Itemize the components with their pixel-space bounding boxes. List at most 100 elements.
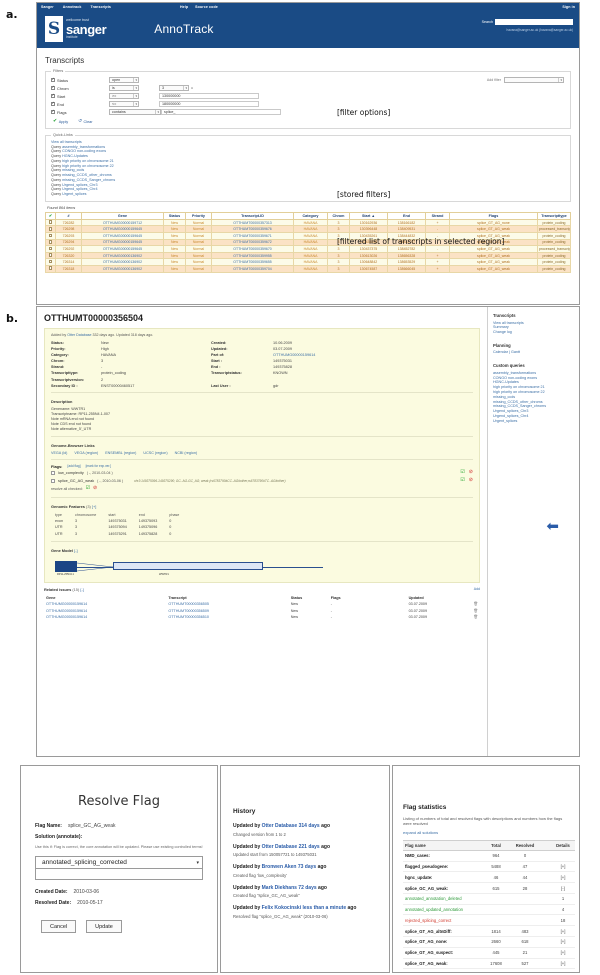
filter-checkbox-status[interactable]: ✓ xyxy=(51,78,55,82)
delete-icon[interactable]: 🗑 xyxy=(464,614,480,621)
table-row[interactable]: 726292 OTTHUMG00000159645 New Normal OTTHUMT… xyxy=(45,245,571,253)
col-end[interactable]: End xyxy=(387,211,426,220)
sidebar-transcript-link[interactable]: Change log xyxy=(493,330,574,335)
col-transcript-id[interactable]: Transcript-ID xyxy=(211,211,294,220)
related-transcript[interactable]: OTTHUMT00000356509 xyxy=(166,607,288,614)
stats-details-toggle[interactable]: [+] xyxy=(551,861,575,873)
col-chrom[interactable]: Chrom xyxy=(327,211,350,220)
add-filter-select[interactable]: ▾ xyxy=(504,77,564,83)
gene-model-toggle[interactable]: [-] xyxy=(74,548,77,553)
stats-details-toggle[interactable]: [+] xyxy=(551,925,575,938)
filter-op-end[interactable]: <= ▾ xyxy=(109,101,139,107)
sanger-logo[interactable]: S wellcome trust sanger institute xyxy=(45,16,107,42)
expand-all-solutions-link[interactable]: expand all solutions xyxy=(403,830,569,835)
cancel-button[interactable]: Cancel xyxy=(41,920,77,934)
detail-value[interactable]: OTTHUMG00000159614 xyxy=(273,353,473,357)
nav-link-source-code[interactable]: Source code xyxy=(195,5,218,9)
sidebar-planning-link[interactable]: Calendar | Gantt xyxy=(493,350,574,355)
col-category[interactable]: Category xyxy=(293,211,328,220)
history-author-link[interactable]: Otter Database 221 days xyxy=(262,844,320,850)
gene-model-exon-block[interactable] xyxy=(55,560,77,572)
comment-textarea[interactable] xyxy=(35,869,203,881)
table-row[interactable]: OTTHUMG00000159614 OTTHUMT00000356505 New -… xyxy=(44,601,480,608)
col-transcripttype[interactable]: Transcripttype xyxy=(537,211,571,220)
quick-link[interactable]: Query Urgent_splices xyxy=(51,192,565,197)
flag-checkbox[interactable] xyxy=(51,470,55,475)
table-row[interactable]: 726282 OTTHUMG00000159712 New Normal OTTHUMT… xyxy=(45,218,571,227)
col-gene[interactable]: Gene xyxy=(81,211,164,220)
row-checkbox[interactable] xyxy=(48,259,53,264)
row-checkbox[interactable] xyxy=(48,240,53,244)
delete-icon[interactable]: 🗑 xyxy=(464,601,480,608)
add-flag-link[interactable]: [add flag] xyxy=(67,464,80,468)
filter-input-start[interactable]: 130000000 xyxy=(159,93,259,99)
clear-filters-button[interactable]: ↺ Clear xyxy=(78,119,92,124)
nav-link-transcripts[interactable]: Transcripts xyxy=(90,5,110,9)
nav-link-sanger[interactable]: Sanger xyxy=(41,5,54,9)
mark-exp-ver-link[interactable]: [mark for exp.ver.] xyxy=(86,464,112,468)
related-toggle[interactable]: [-] xyxy=(80,587,83,592)
stats-details-toggle[interactable]: [+] xyxy=(551,958,575,970)
related-gene[interactable]: OTTHUMG00000159614 xyxy=(44,601,166,608)
nav-link-help[interactable]: Help xyxy=(180,5,188,9)
filter-op-start[interactable]: >= ▾ xyxy=(109,93,139,99)
table-row[interactable]: OTTHUMG00000159614 OTTHUMT00000356510 New -… xyxy=(44,614,480,621)
genome-browser-link[interactable]: NCBI (region) xyxy=(175,451,198,455)
filter-checkbox-chrom[interactable]: ✓ xyxy=(51,86,55,90)
row-checkbox[interactable] xyxy=(48,220,53,224)
table-row[interactable]: OTTHUMG00000159614 OTTHUMT00000356509 New -… xyxy=(44,607,480,614)
related-transcript[interactable]: OTTHUMT00000356505 xyxy=(166,601,288,608)
stats-details-toggle[interactable]: [-] xyxy=(551,882,575,894)
filter-op-status[interactable]: open ▾ xyxy=(109,77,139,83)
filter-input-flags[interactable]: splice_ xyxy=(161,109,281,115)
related-gene[interactable]: OTTHUMG00000159614 xyxy=(44,614,166,621)
sidebar-custom-query-link[interactable]: Urgent_splices xyxy=(493,419,574,424)
gene-model-transcript-block[interactable] xyxy=(113,562,263,571)
delete-icon[interactable]: 🗑 xyxy=(464,607,480,614)
table-row[interactable]: 726320 OTTHUMG00000136902 New Normal OTTHUMT… xyxy=(45,251,571,260)
reject-all-icon[interactable]: ⊘ xyxy=(93,486,97,491)
reject-flag-icon[interactable]: ⊘ xyxy=(469,478,473,483)
nav-link-sign-in[interactable]: Sign in xyxy=(562,5,575,9)
search-input[interactable] xyxy=(495,19,573,25)
col-priority[interactable]: Priority xyxy=(185,211,212,220)
table-row[interactable]: 726318 OTTHUMG00000136902 New Normal OTTHUMT… xyxy=(45,264,571,273)
history-author-link[interactable]: Bronwen Aken 73 days xyxy=(262,864,317,870)
update-button[interactable]: Update xyxy=(86,920,122,934)
row-checkbox[interactable] xyxy=(48,233,53,238)
genome-browser-link[interactable]: VEGA (region) xyxy=(74,451,98,455)
nav-link-annotrack[interactable]: Annotrack xyxy=(63,5,82,9)
history-author-link[interactable]: Mark Diekhans 72 days xyxy=(262,885,317,891)
resolve-flag-icon[interactable]: ☑ xyxy=(460,478,464,483)
stats-details-toggle[interactable]: [+] xyxy=(551,871,575,884)
reject-flag-icon[interactable]: ⊘ xyxy=(469,470,473,475)
related-transcript[interactable]: OTTHUMT00000356510 xyxy=(166,614,288,621)
row-checkbox[interactable] xyxy=(48,253,53,257)
add-related-issue-link[interactable]: Add xyxy=(474,587,480,591)
filter-op-flags[interactable]: contains ▾ xyxy=(109,109,161,115)
flag-checkbox[interactable] xyxy=(51,478,55,483)
col-flags[interactable]: Flags xyxy=(449,211,538,220)
solution-select[interactable]: annotated_splicing_corrected ▾ xyxy=(35,856,203,870)
col-status[interactable]: Status xyxy=(163,211,186,220)
filter-op-chrom[interactable]: is ▾ xyxy=(109,85,139,91)
filter-value-chrom[interactable]: 3 ▾ xyxy=(159,85,189,91)
row-checkbox[interactable] xyxy=(48,226,53,231)
genome-browser-link[interactable]: UCSC (region) xyxy=(143,451,167,455)
filter-input-end[interactable]: 180000000 xyxy=(159,101,259,107)
resolve-flag-icon[interactable]: ☑ xyxy=(460,470,464,475)
stats-details-toggle[interactable] xyxy=(551,850,575,862)
row-checkbox[interactable] xyxy=(48,266,53,271)
col-select-all[interactable]: ✔ xyxy=(45,211,56,220)
history-author-link[interactable]: Otter Database 314 days xyxy=(262,823,320,829)
col-start[interactable]: Start ▲ xyxy=(349,211,388,220)
table-row[interactable]: 726314 OTTHUMG00000136902 New Normal OTTHUMT… xyxy=(45,258,571,266)
filter-checkbox-start[interactable]: ✓ xyxy=(51,94,55,98)
filter-checkbox-end[interactable]: ✓ xyxy=(51,102,55,106)
genome-browser-link[interactable]: ENSEMBL (region) xyxy=(105,451,136,455)
stats-details-toggle[interactable]: [+] xyxy=(551,947,575,959)
genome-browser-link[interactable]: VEGA (id) xyxy=(51,451,67,455)
related-gene[interactable]: OTTHUMG00000159614 xyxy=(44,607,166,614)
resolve-all-icon[interactable]: ☑ xyxy=(86,486,90,491)
col-id[interactable]: # xyxy=(55,211,82,220)
